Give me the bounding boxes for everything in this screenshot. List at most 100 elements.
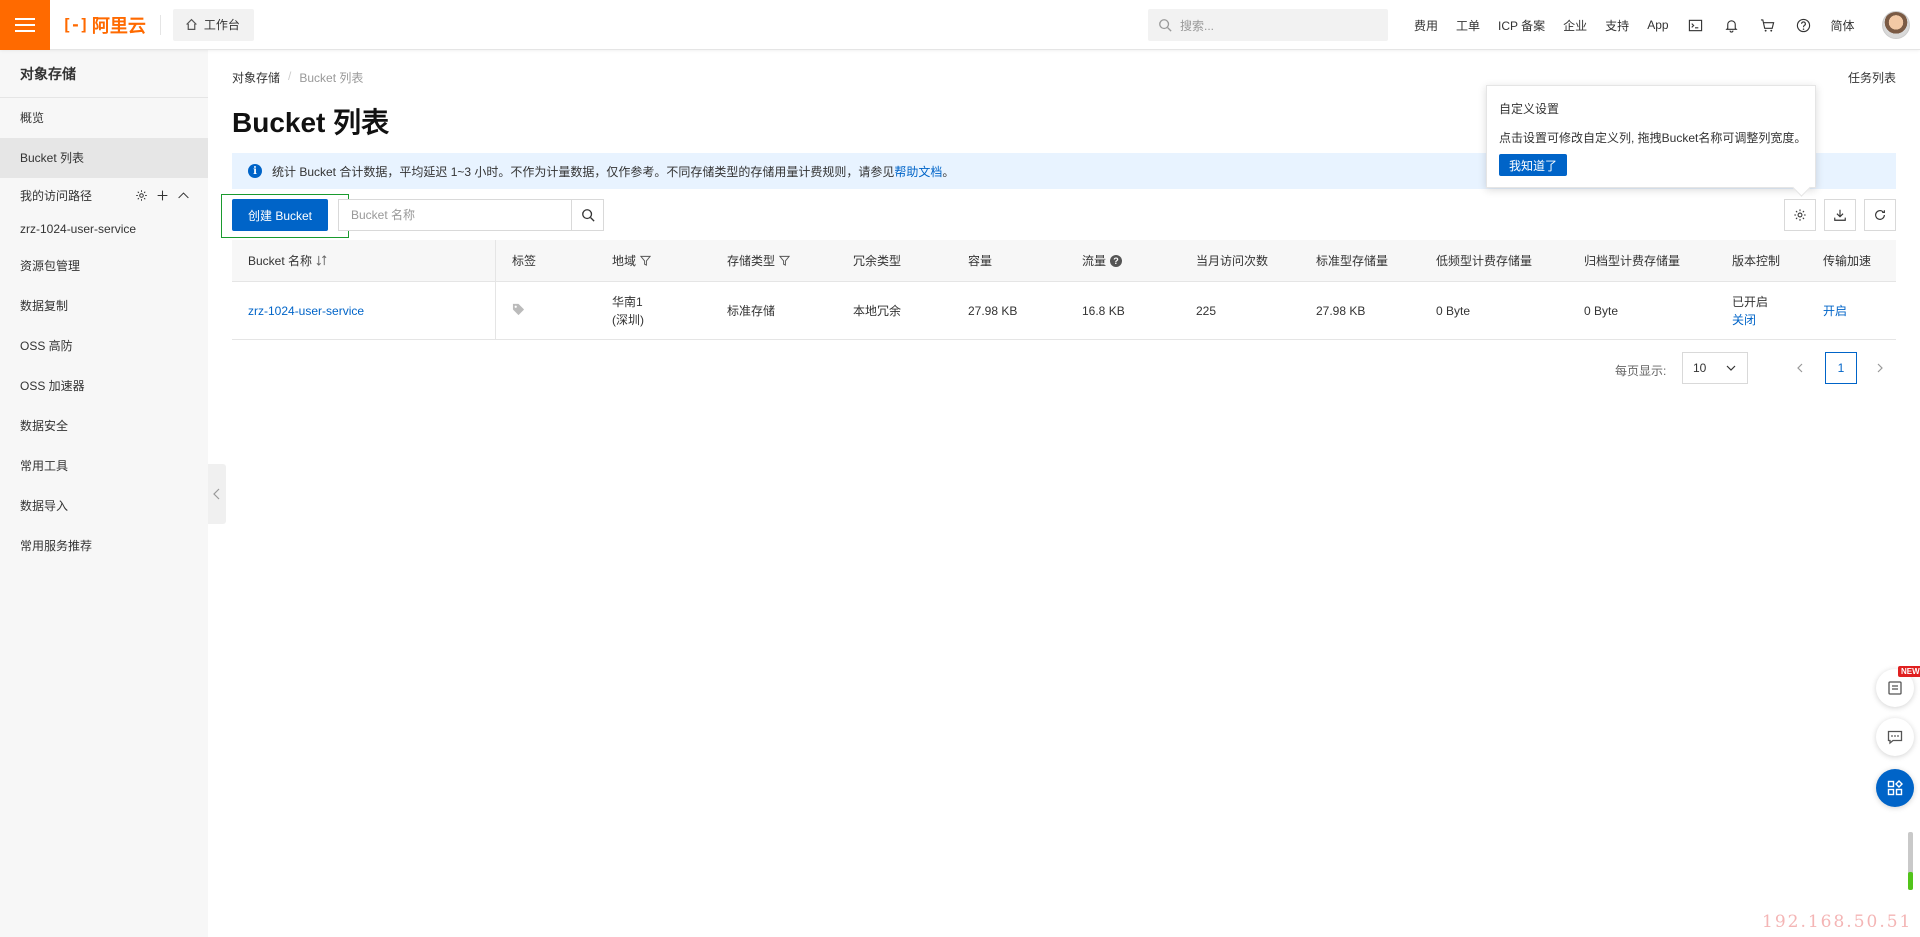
tag-icon[interactable] bbox=[512, 303, 525, 319]
sidebar-item-common-tools[interactable]: 常用工具 bbox=[0, 446, 208, 486]
table-row: zrz-1024-user-service 华南1 (深圳) 标准存储 本地冗余 … bbox=[232, 282, 1896, 340]
nav-app[interactable]: App bbox=[1638, 18, 1677, 32]
next-page-button[interactable] bbox=[1864, 352, 1896, 384]
th-label: 标签 bbox=[512, 254, 537, 268]
sidebar-title: 对象存储 bbox=[0, 50, 208, 98]
question-icon[interactable]: ? bbox=[1110, 254, 1123, 267]
breadcrumb: 对象存储 / Bucket 列表 bbox=[232, 69, 363, 86]
help-icon[interactable] bbox=[1786, 18, 1822, 33]
create-bucket-button[interactable]: 创建 Bucket bbox=[232, 199, 328, 231]
sidebar-item-data-replication[interactable]: 数据复制 bbox=[0, 286, 208, 326]
custom-settings-popover: 自定义设置 点击设置可修改自定义列, 拖拽Bucket名称可调整列宽度。 我知道… bbox=[1486, 85, 1816, 188]
sidebar-collapse-handle[interactable] bbox=[208, 464, 226, 524]
search-button[interactable] bbox=[571, 200, 603, 230]
filter-icon[interactable] bbox=[779, 255, 791, 266]
filter-icon[interactable] bbox=[640, 255, 652, 266]
menu-icon[interactable] bbox=[0, 0, 50, 50]
cart-icon[interactable] bbox=[1750, 18, 1786, 33]
th-bucket-name[interactable]: Bucket 名称 bbox=[232, 240, 496, 281]
divider bbox=[159, 14, 161, 35]
user-avatar[interactable] bbox=[1882, 11, 1910, 39]
column-settings-button[interactable] bbox=[1784, 199, 1816, 231]
sidebar-group-access-paths: 我的访问路径 bbox=[0, 178, 208, 212]
bucket-table: Bucket 名称 标签 地域 存储类型 冗余类型 容量 流量? 当月访问次数 … bbox=[232, 240, 1896, 340]
breadcrumb-item-current: Bucket 列表 bbox=[299, 71, 364, 85]
th-label: 冗余类型 bbox=[853, 254, 902, 268]
th-versioning: 版本控制 bbox=[1716, 240, 1807, 281]
sidebar-item-resource-packages[interactable]: 资源包管理 bbox=[0, 246, 208, 286]
th-storage-type: 存储类型 bbox=[711, 240, 837, 281]
global-search-input[interactable]: 搜索... bbox=[1148, 9, 1388, 41]
search-icon bbox=[1159, 19, 1172, 32]
td-bucket-name: zrz-1024-user-service bbox=[232, 282, 496, 339]
sidebar-item-data-security[interactable]: 数据安全 bbox=[0, 406, 208, 446]
refresh-button[interactable] bbox=[1864, 199, 1896, 231]
td-traffic: 16.8 KB bbox=[1066, 282, 1180, 339]
nav-icp[interactable]: ICP 备案 bbox=[1489, 17, 1554, 34]
th-label: 版本控制 bbox=[1732, 254, 1781, 268]
sidebar-item-oss-accelerator[interactable]: OSS 加速器 bbox=[0, 366, 208, 406]
th-label: 当月访问次数 bbox=[1196, 254, 1269, 268]
th-traffic: 流量? bbox=[1066, 240, 1180, 281]
sidebar-item-oss-ddos[interactable]: OSS 高防 bbox=[0, 326, 208, 366]
page-number-current[interactable]: 1 bbox=[1825, 352, 1857, 384]
versioning-status: 已开启 bbox=[1732, 294, 1769, 309]
top-navigation-bar: [-] 阿里云 工作台 搜索... 费用 工单 ICP 备案 企业 支持 App… bbox=[0, 0, 1920, 50]
sidebar-item-overview[interactable]: 概览 bbox=[0, 98, 208, 138]
td-tags bbox=[496, 282, 596, 339]
page-size-select[interactable]: 10 bbox=[1682, 352, 1748, 384]
chevron-right-icon bbox=[1877, 363, 1883, 373]
nav-enterprise[interactable]: 企业 bbox=[1554, 17, 1596, 34]
aliyun-logo[interactable]: [-] 阿里云 bbox=[62, 12, 146, 38]
sidebar-item-recommended-services[interactable]: 常用服务推荐 bbox=[0, 526, 208, 566]
apps-button[interactable] bbox=[1876, 769, 1914, 807]
bucket-name-link[interactable]: zrz-1024-user-service bbox=[248, 304, 364, 318]
td-ia-storage: 0 Byte bbox=[1420, 282, 1568, 339]
chevron-up-icon[interactable] bbox=[177, 189, 190, 202]
th-label: 标准型存储量 bbox=[1316, 254, 1389, 268]
versioning-close-link[interactable]: 关闭 bbox=[1732, 311, 1768, 329]
td-region: 华南1 (深圳) bbox=[596, 282, 711, 339]
logo-mark: [-] bbox=[62, 15, 89, 34]
th-redundancy: 冗余类型 bbox=[837, 240, 952, 281]
page-title: Bucket 列表 bbox=[232, 107, 390, 138]
standard-storage-value: 27.98 KB bbox=[1316, 303, 1366, 318]
popover-body: 点击设置可修改自定义列, 拖拽Bucket名称可调整列宽度。 bbox=[1499, 131, 1807, 145]
gear-icon[interactable] bbox=[135, 189, 148, 202]
sort-icon[interactable] bbox=[316, 255, 327, 266]
sidebar-path-item[interactable]: zrz-1024-user-service bbox=[0, 212, 208, 246]
acceleration-enable-link[interactable]: 开启 bbox=[1823, 302, 1847, 319]
prev-page-button[interactable] bbox=[1784, 352, 1816, 384]
chevron-down-icon bbox=[1726, 365, 1736, 371]
plus-icon[interactable] bbox=[156, 189, 169, 202]
bucket-name-search-input[interactable] bbox=[339, 200, 571, 230]
nav-billing[interactable]: 费用 bbox=[1405, 17, 1447, 34]
archive-storage-value: 0 Byte bbox=[1584, 303, 1619, 318]
chat-button[interactable] bbox=[1876, 718, 1914, 756]
th-label: 流量 bbox=[1082, 254, 1107, 268]
sidebar-item-bucket-list[interactable]: Bucket 列表 bbox=[0, 138, 208, 178]
workbench-button[interactable]: 工作台 bbox=[172, 8, 254, 41]
redundancy-value: 本地冗余 bbox=[853, 304, 902, 318]
sidebar-item-data-import[interactable]: 数据导入 bbox=[0, 486, 208, 526]
gear-icon bbox=[1794, 209, 1806, 221]
task-list-link[interactable]: 任务列表 bbox=[1848, 69, 1896, 86]
td-capacity: 27.98 KB bbox=[952, 282, 1066, 339]
language-switch[interactable]: 简体 bbox=[1822, 17, 1864, 34]
td-redundancy: 本地冗余 bbox=[837, 282, 952, 339]
terminal-icon[interactable] bbox=[1678, 18, 1714, 33]
td-versioning: 已开启 关闭 bbox=[1716, 282, 1807, 339]
got-it-button[interactable]: 我知道了 bbox=[1499, 154, 1567, 176]
bucket-search bbox=[338, 199, 604, 231]
page-size-label: 每页显示: bbox=[1615, 364, 1667, 378]
export-button[interactable] bbox=[1824, 199, 1856, 231]
bell-icon[interactable] bbox=[1714, 18, 1750, 33]
download-icon bbox=[1834, 209, 1846, 221]
nav-tickets[interactable]: 工单 bbox=[1447, 17, 1489, 34]
nav-support[interactable]: 支持 bbox=[1596, 17, 1638, 34]
td-acceleration: 开启 bbox=[1807, 282, 1896, 339]
breadcrumb-item-oss[interactable]: 对象存储 bbox=[232, 69, 280, 86]
th-label: Bucket 名称 bbox=[248, 254, 313, 268]
help-doc-link[interactable]: 帮助文档 bbox=[894, 165, 942, 179]
th-standard-storage: 标准型存储量 bbox=[1300, 240, 1420, 281]
